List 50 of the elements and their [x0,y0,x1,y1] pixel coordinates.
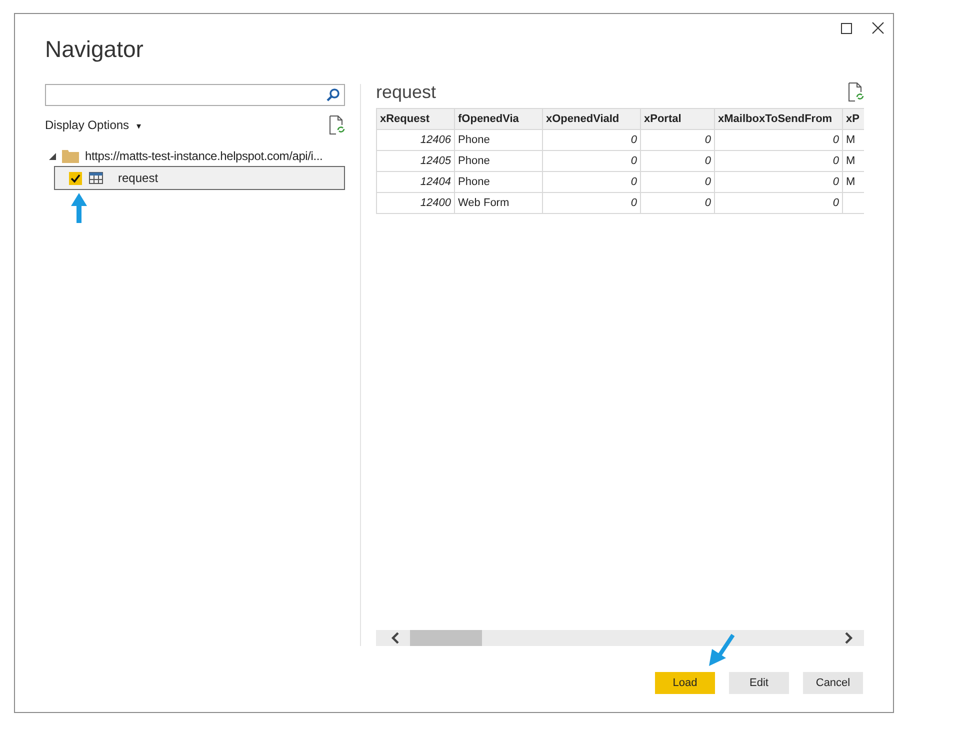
column-header[interactable]: xOpenedViaId [542,108,640,130]
tree-item[interactable]: request [54,166,345,190]
dialog-button[interactable]: Load [655,672,715,694]
table-cell: 0 [714,192,842,214]
column-header[interactable]: xP [842,108,864,130]
annotation-arrow [709,634,735,666]
search-field[interactable] [45,84,345,106]
search-icon [326,88,340,102]
table-cell: Web Form [454,192,542,214]
annotation-arrow [71,193,87,223]
column-header[interactable]: xMailboxToSendFrom [714,108,842,130]
column-header[interactable]: fOpenedVia [454,108,542,130]
table-cell: 0 [640,192,714,214]
scroll-left-icon[interactable] [390,632,400,644]
column-header[interactable]: xRequest [376,108,454,130]
table-cell: 0 [542,150,640,172]
table-cell: 12404 [376,172,454,192]
table-cell: 0 [640,172,714,192]
tree-item[interactable]: https://matts-test-instance.helpspot.com/api/i... [85,149,323,163]
table-cell: 0 [542,192,640,214]
horizontal-scrollbar[interactable] [376,630,864,646]
table-cell: 0 [640,130,714,150]
table-cell: Phone [454,130,542,150]
table-cell: 12405 [376,150,454,172]
refresh-document-icon[interactable] [329,115,345,135]
dialog-button[interactable]: Cancel [803,672,863,694]
table-cell: 0 [640,150,714,172]
table-cell: 12400 [376,192,454,214]
table-cell: Phone [454,172,542,192]
column-header[interactable]: xPortal [640,108,714,130]
display-options-menu[interactable]: Display Options ▾ [45,118,142,132]
table-cell: 0 [714,150,842,172]
table-cell: 0 [714,172,842,192]
scroll-right-icon[interactable] [844,632,854,644]
scrollbar-thumb[interactable] [410,630,482,646]
refresh-document-icon[interactable] [848,82,864,102]
checkbox[interactable] [69,172,82,184]
preview-title: request [376,82,436,102]
maximize-icon[interactable] [841,22,852,34]
close-icon[interactable] [872,22,884,34]
table-icon [89,172,103,184]
expand-triangle-icon[interactable] [49,152,56,160]
dialog-button[interactable]: Edit [729,672,789,694]
window-title: Navigator [45,36,144,64]
table-cell: 0 [714,130,842,150]
table-cell: Phone [454,150,542,172]
table-cell: 0 [542,130,640,150]
table-cell: 12406 [376,130,454,150]
folder-icon [62,149,79,163]
table-cell: 0 [542,172,640,192]
